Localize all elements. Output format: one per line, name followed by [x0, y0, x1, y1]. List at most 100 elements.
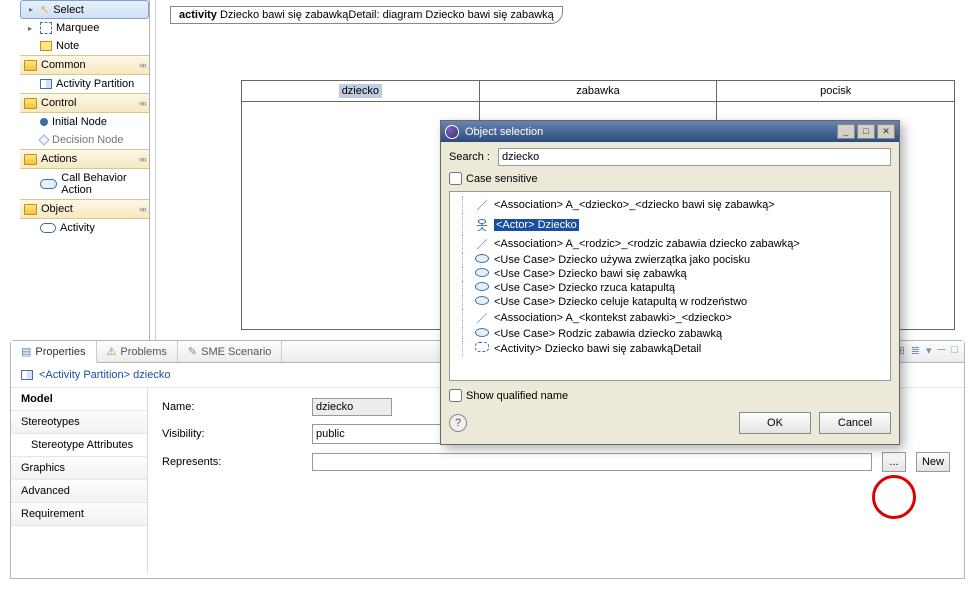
- swimlane-label: dziecko: [339, 84, 382, 98]
- folder-icon: [24, 98, 37, 109]
- tab-sme-scenario[interactable]: ✎ SME Scenario: [178, 341, 283, 362]
- tool-label: Select: [53, 4, 84, 16]
- toolbar-menu-icon[interactable]: ▾: [926, 344, 932, 359]
- sidenav-stereotype-attributes[interactable]: Stereotype Attributes: [11, 434, 147, 457]
- minimize-icon[interactable]: ─: [938, 344, 946, 359]
- partition-icon: [40, 79, 52, 89]
- tree-item-label: <Actor> Dziecko: [494, 219, 579, 231]
- tab-problems[interactable]: ⚠ Problems: [97, 341, 178, 362]
- swimlane-label: zabawka: [576, 85, 619, 97]
- results-tree[interactable]: ／ <Association> A_<dziecko>_<dziecko bawi…: [449, 191, 891, 381]
- group-label: Object: [41, 203, 73, 215]
- sidenav-stereotypes[interactable]: Stereotypes: [11, 411, 147, 434]
- group-label: Control: [41, 97, 76, 109]
- collapse-icon: ««: [139, 204, 145, 214]
- header-keyword: activity: [179, 9, 217, 21]
- maximize-icon[interactable]: □: [951, 344, 958, 359]
- sidenav-graphics[interactable]: Graphics: [11, 457, 147, 480]
- represents-browse-button[interactable]: ...: [882, 452, 906, 472]
- show-qualified-checkbox[interactable]: [449, 389, 462, 402]
- tree-item-label: <Use Case> Dziecko używa zwierzątka jako…: [494, 254, 750, 266]
- tool-activity-partition[interactable]: Activity Partition: [20, 75, 149, 93]
- tab-properties[interactable]: ▤ Properties: [11, 341, 97, 363]
- tool-activity[interactable]: Activity: [20, 219, 149, 237]
- tree-item[interactable]: <Use Case> Dziecko celuje katapultą w ro…: [452, 295, 888, 309]
- palette-group-control[interactable]: Control ««: [20, 93, 149, 113]
- case-sensitive-checkbox[interactable]: [449, 172, 462, 185]
- tree-item[interactable]: <Use Case> Dziecko bawi się zabawką: [452, 267, 888, 281]
- header-text: Dziecko bawi się zabawkąDetail: diagram …: [220, 9, 554, 21]
- tree-item[interactable]: <Use Case> Rodzic zabawia dziecko zabawk…: [452, 327, 888, 341]
- dialog-minimize-button[interactable]: _: [837, 124, 855, 139]
- tool-label: Marquee: [56, 22, 99, 34]
- activity-icon: [40, 223, 56, 233]
- tree-item-label: <Activity> Dziecko bawi się zabawkąDetai…: [494, 343, 701, 355]
- name-label: Name:: [162, 401, 302, 413]
- tree-item-label: <Association> A_<dziecko>_<dziecko bawi …: [494, 199, 775, 211]
- call-behavior-icon: [40, 179, 57, 189]
- scenario-icon: ✎: [188, 345, 197, 358]
- partition-icon: [21, 370, 33, 380]
- dialog-maximize-button[interactable]: □: [857, 124, 875, 139]
- usecase-icon: [474, 296, 490, 308]
- usecase-icon: [474, 254, 490, 266]
- decision-node-icon: [38, 134, 49, 145]
- initial-node-icon: [40, 118, 48, 126]
- search-input[interactable]: [498, 148, 891, 166]
- palette-group-actions[interactable]: Actions ««: [20, 149, 149, 169]
- tree-item[interactable]: <Use Case> Dziecko używa zwierzątka jako…: [452, 253, 888, 267]
- palette: ▸↖ Select ▸ Marquee Note Common «« Activ…: [20, 0, 150, 340]
- title-stereotype: <Activity Partition>: [39, 369, 130, 381]
- sidenav-advanced[interactable]: Advanced: [11, 480, 147, 503]
- folder-icon: [24, 60, 37, 71]
- tool-label: Initial Node: [52, 116, 107, 128]
- sidenav-model[interactable]: Model: [11, 388, 147, 411]
- name-input[interactable]: [312, 398, 392, 416]
- title-name: dziecko: [133, 369, 170, 381]
- toolbar-btn-2[interactable]: ≣: [911, 344, 920, 359]
- tool-call-behavior-action[interactable]: Call Behavior Action: [20, 169, 149, 199]
- tool-note[interactable]: Note: [20, 37, 149, 55]
- sidenav-requirement[interactable]: Requirement: [11, 503, 147, 526]
- diagram-header: activity Dziecko bawi się zabawkąDetail:…: [170, 6, 563, 24]
- ok-button[interactable]: OK: [739, 412, 811, 434]
- represents-input[interactable]: [312, 453, 872, 471]
- help-button[interactable]: ?: [449, 414, 467, 432]
- usecase-icon: [474, 328, 490, 340]
- tool-initial-node[interactable]: Initial Node: [20, 113, 149, 131]
- tree-item[interactable]: ／<Association> A_<rodzic>_<rodzic zabawi…: [452, 235, 888, 253]
- usecase-icon: [474, 282, 490, 294]
- tool-marquee[interactable]: ▸ Marquee: [20, 19, 149, 37]
- folder-icon: [24, 204, 37, 215]
- dialog-close-button[interactable]: ✕: [877, 124, 895, 139]
- collapse-icon: ««: [139, 60, 145, 70]
- tree-item[interactable]: 옷<Actor> Dziecko: [452, 214, 888, 235]
- association-icon: ／: [474, 310, 490, 326]
- properties-icon: ▤: [21, 345, 31, 358]
- tool-label: Activity Partition: [56, 78, 134, 90]
- group-label: Actions: [41, 153, 77, 165]
- tree-item-label: <Association> A_<kontekst zabawki>_<dzie…: [494, 312, 732, 324]
- collapse-icon: ««: [139, 98, 145, 108]
- tree-item[interactable]: <Activity> Dziecko bawi się zabawkąDetai…: [452, 341, 888, 356]
- palette-group-common[interactable]: Common ««: [20, 55, 149, 75]
- tree-item-label: <Use Case> Rodzic zabawia dziecko zabawk…: [494, 328, 722, 340]
- palette-group-object[interactable]: Object ««: [20, 199, 149, 219]
- usecase-icon: [474, 268, 490, 280]
- tree-item[interactable]: ／ <Association> A_<dziecko>_<dziecko bawi…: [452, 196, 888, 214]
- tree-item[interactable]: <Use Case> Dziecko rzuca katapultą: [452, 281, 888, 295]
- cancel-button[interactable]: Cancel: [819, 412, 891, 434]
- represents-new-button[interactable]: New: [916, 452, 950, 472]
- represents-label: Represents:: [162, 456, 302, 468]
- tree-item[interactable]: ／ <Association> A_<kontekst zabawki>_<dzi…: [452, 309, 888, 327]
- association-icon: ／: [474, 197, 490, 213]
- tool-select[interactable]: ▸↖ Select: [20, 0, 149, 19]
- object-selection-dialog: Object selection _ □ ✕ Search : Case sen…: [440, 120, 900, 445]
- marquee-icon: [40, 22, 52, 34]
- tool-decision-node[interactable]: Decision Node: [20, 131, 149, 149]
- tool-label: Decision Node: [52, 134, 124, 146]
- dialog-titlebar[interactable]: Object selection _ □ ✕: [441, 121, 899, 142]
- tab-label: Problems: [120, 346, 166, 358]
- eclipse-icon: [445, 125, 459, 139]
- association-icon: ／: [474, 236, 490, 252]
